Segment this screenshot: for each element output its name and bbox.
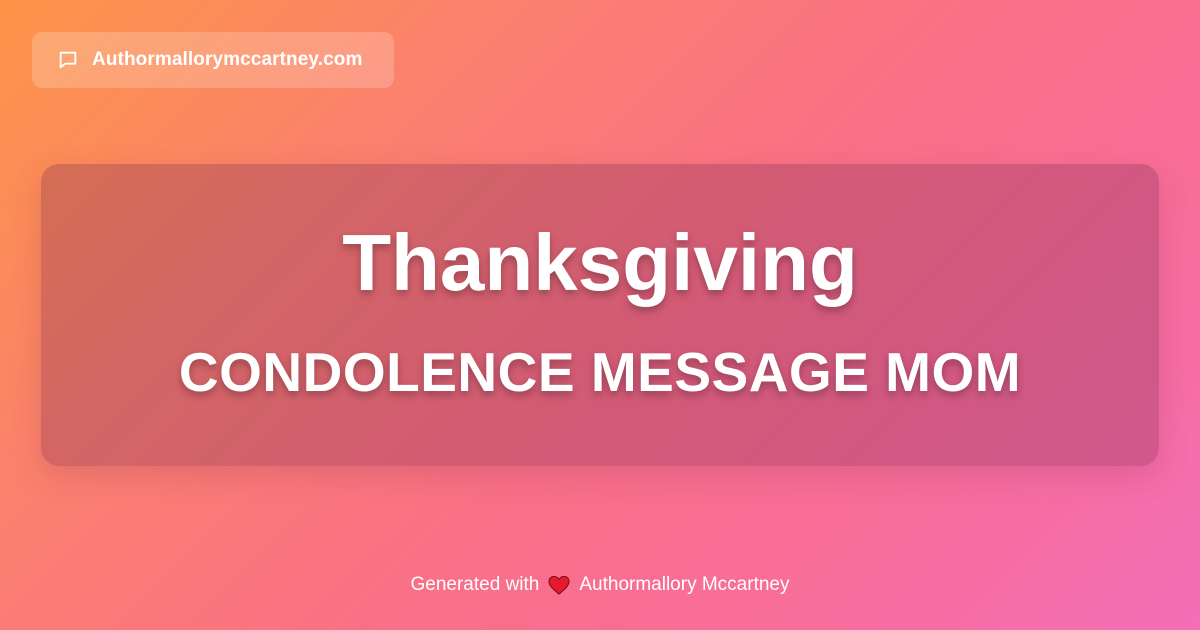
site-domain: Authormallorymccartney.com <box>92 49 363 70</box>
footer-credit: Generated with Authormallory Mccartney <box>0 574 1200 596</box>
page-title: Thanksgiving <box>342 217 858 307</box>
footer-prefix: Generated with <box>410 574 540 595</box>
chat-bubble-icon <box>56 48 80 72</box>
title-card: Thanksgiving CONDOLENCE MESSAGE MOM <box>41 164 1159 466</box>
heart-icon <box>547 574 571 596</box>
footer-author: Authormallory Mccartney <box>579 574 790 595</box>
site-badge[interactable]: Authormallorymccartney.com <box>32 32 394 88</box>
page-subtitle: CONDOLENCE MESSAGE MOM <box>178 340 1022 403</box>
